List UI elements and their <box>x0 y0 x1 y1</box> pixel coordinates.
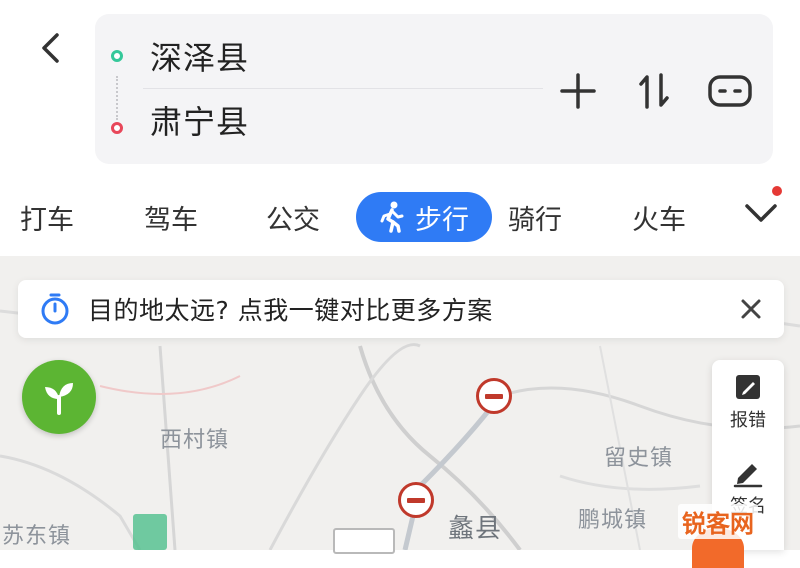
watermark-text: 锐客网 <box>678 504 758 539</box>
transport-mode-tabs: 打车 驾车 公交 步行 骑行 火车 <box>0 180 800 252</box>
chevron-left-icon <box>42 33 59 63</box>
pen-icon <box>733 464 763 488</box>
plus-icon <box>560 73 596 109</box>
map-label: 蠡县 <box>448 514 503 544</box>
swap-route-button[interactable] <box>629 66 679 116</box>
destination-field[interactable]: 肃宁县 <box>95 90 535 150</box>
tab-label: 驾车 <box>144 204 198 236</box>
close-icon <box>741 299 761 319</box>
road-sign-marker <box>333 528 395 554</box>
map-label: 苏东镇 <box>2 524 72 549</box>
stopwatch-icon <box>41 293 69 325</box>
origin-text: 深泽县 <box>150 39 250 77</box>
banner-text: 目的地太远? 点我一键对比更多方案 <box>88 296 493 325</box>
destination-text: 肃宁县 <box>150 103 250 141</box>
report-icon <box>736 375 760 399</box>
keyboard-voice-icon <box>708 75 752 107</box>
map-label: 鹏城镇 <box>578 508 648 533</box>
sprout-icon <box>45 383 73 415</box>
side-item-label: 报错 <box>730 410 766 431</box>
back-button[interactable] <box>30 26 70 70</box>
walking-person-icon <box>380 201 404 233</box>
tab-label: 公交 <box>266 204 320 236</box>
green-travel-button[interactable] <box>22 360 96 434</box>
header: 深泽县 肃宁县 <box>0 0 800 170</box>
chevron-down-icon <box>745 204 777 222</box>
tab-train[interactable]: 火车 <box>632 192 686 242</box>
tab-label: 骑行 <box>508 204 562 236</box>
route-divider <box>143 88 543 89</box>
tab-drive[interactable]: 驾车 <box>144 192 198 242</box>
add-waypoint-button[interactable] <box>553 66 603 116</box>
report-error-button[interactable]: 报错 <box>712 372 784 456</box>
more-modes-button[interactable] <box>738 186 784 236</box>
tab-transit[interactable]: 公交 <box>266 192 320 242</box>
map-label: 西村镇 <box>160 428 230 453</box>
map-label: 留史镇 <box>604 446 674 471</box>
notification-dot <box>772 186 782 196</box>
no-entry-icon <box>476 378 512 414</box>
swap-icon <box>639 73 669 109</box>
origin-field[interactable]: 深泽县 <box>95 26 535 86</box>
tab-label: 打车 <box>20 204 74 236</box>
tab-bike[interactable]: 骑行 <box>508 192 562 242</box>
tab-walk[interactable]: 步行 <box>356 192 492 242</box>
tab-label: 火车 <box>632 204 686 236</box>
distance-tip-banner[interactable]: 目的地太远? 点我一键对比更多方案 <box>18 280 784 338</box>
route-card: 深泽县 肃宁县 <box>95 14 773 164</box>
close-banner-button[interactable] <box>732 290 770 328</box>
station-marker <box>133 514 167 550</box>
no-entry-icon <box>398 482 434 518</box>
route-actions <box>553 66 755 116</box>
tab-label: 步行 <box>415 204 469 236</box>
voice-input-button[interactable] <box>705 66 755 116</box>
tab-taxi[interactable]: 打车 <box>20 192 74 242</box>
